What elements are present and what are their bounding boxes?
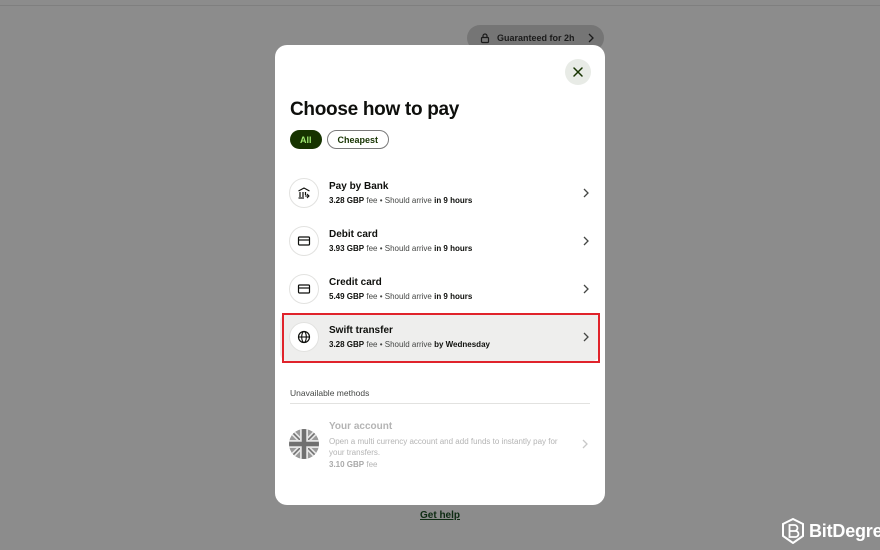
card-icon: [289, 226, 319, 256]
payment-method-modal: Choose how to pay All Cheapest Pay by Ba…: [275, 45, 605, 505]
account-description: Open a multi currency account and add fu…: [329, 437, 558, 457]
chevron-right-icon: [583, 284, 589, 294]
chevron-right-icon: [588, 33, 594, 43]
bitdegree-logo-icon: [782, 518, 804, 544]
method-details: 5.49 GBP fee • Should arrive in 9 hours: [329, 292, 473, 301]
close-icon: [573, 67, 583, 77]
top-divider: [0, 5, 880, 6]
chevron-right-icon: [583, 188, 589, 198]
method-name: Credit card: [329, 277, 382, 288]
method-details: 3.28 GBP fee • Should arrive in 9 hours: [329, 196, 473, 205]
bitdegree-watermark: BitDegree: [782, 518, 880, 544]
method-your-account: Your account Open a multi currency accou…: [289, 418, 595, 478]
guarantee-label: Guaranteed for 2h: [497, 33, 575, 43]
get-help-link[interactable]: Get help: [420, 510, 460, 521]
unavailable-methods-heading: Unavailable methods: [290, 388, 370, 398]
method-debit-card[interactable]: Debit card 3.93 GBP fee • Should arrive …: [280, 217, 600, 265]
method-details: 3.93 GBP fee • Should arrive in 9 hours: [329, 244, 473, 253]
uk-flag-icon: [289, 429, 319, 459]
method-name: Debit card: [329, 229, 378, 240]
close-button[interactable]: [565, 59, 591, 85]
highlight-annotation: [282, 313, 600, 363]
lock-icon: [480, 33, 490, 44]
chevron-right-icon: [582, 439, 588, 449]
chevron-right-icon: [583, 236, 589, 246]
modal-title: Choose how to pay: [290, 99, 460, 120]
filter-all-chip[interactable]: All: [290, 130, 322, 149]
filter-cheapest-chip[interactable]: Cheapest: [326, 130, 390, 149]
filter-chips: All Cheapest: [290, 130, 390, 149]
method-name: Pay by Bank: [329, 181, 389, 192]
method-pay-by-bank[interactable]: Pay by Bank 3.28 GBP fee • Should arrive…: [280, 169, 600, 217]
card-icon: [289, 274, 319, 304]
account-fee: 3.10 GBP fee: [329, 460, 378, 469]
section-divider: [290, 403, 590, 404]
account-name: Your account: [329, 421, 393, 432]
bank-icon: [289, 178, 319, 208]
method-credit-card[interactable]: Credit card 5.49 GBP fee • Should arrive…: [280, 265, 600, 313]
brand-name: BitDegree: [809, 520, 880, 541]
